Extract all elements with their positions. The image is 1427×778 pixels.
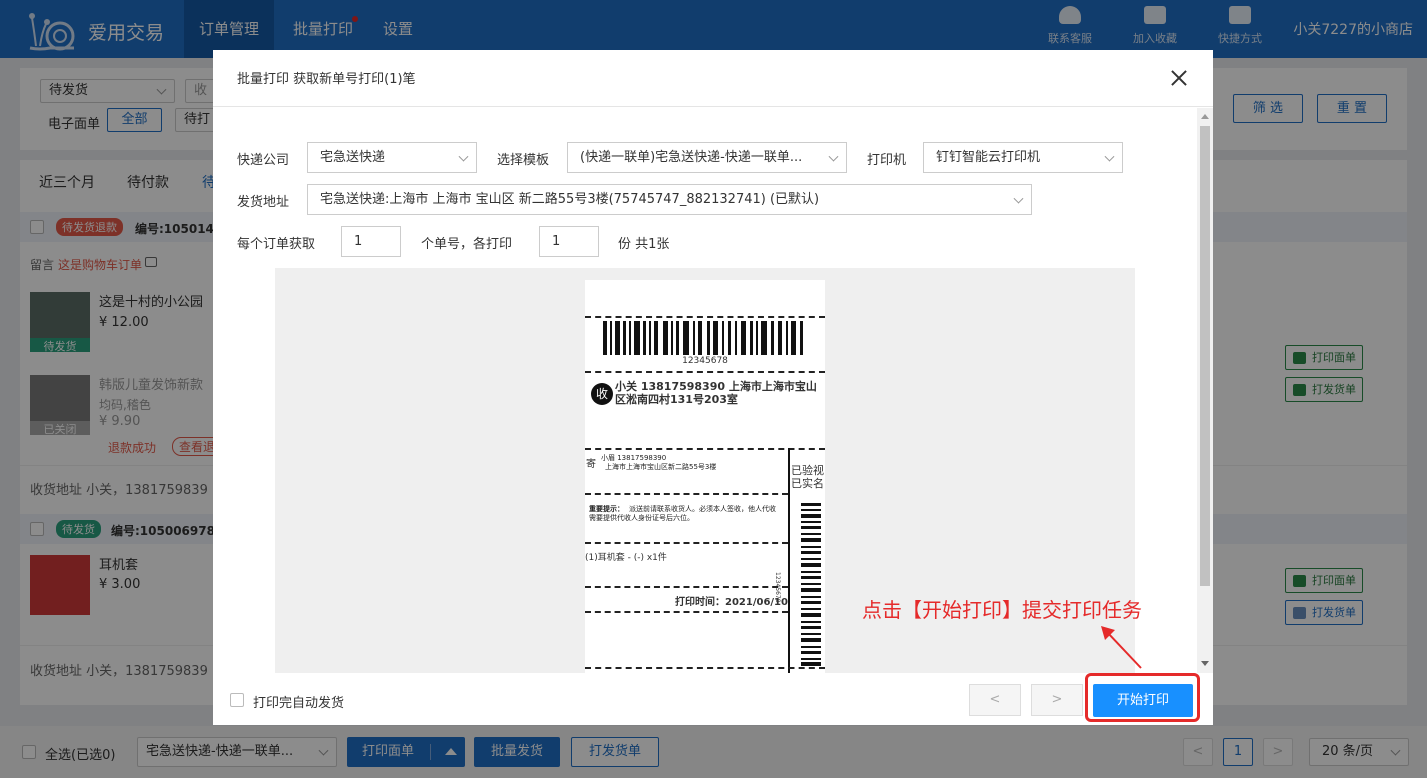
waybill-divider xyxy=(585,586,788,588)
auto-ship-checkbox[interactable] xyxy=(230,693,244,707)
printer-label: 打印机 xyxy=(867,153,907,168)
waybill-divider xyxy=(585,611,788,613)
dialog-title: 批量打印 获取新单号打印(1)笔 xyxy=(237,72,416,87)
auto-ship-label: 打印完自动发货 xyxy=(253,696,345,711)
annotation-arrow-icon xyxy=(1101,626,1142,669)
scrollbar-thumb[interactable] xyxy=(1200,126,1210,586)
waybill-divider xyxy=(585,316,825,318)
address-select[interactable]: 宅急送快递:上海市 上海市 宝山区 新二路55号3楼(75745747_8821… xyxy=(307,184,1032,215)
waybill-divider xyxy=(585,493,788,495)
waybill-vertical-line xyxy=(788,448,790,673)
template-label: 选择模板 xyxy=(497,153,550,168)
courier-value: 宅急送快递 xyxy=(320,150,386,165)
close-icon[interactable] xyxy=(1169,68,1189,88)
barcode-image xyxy=(603,321,803,355)
batch-print-dialog: 批量打印 获取新单号打印(1)笔 快递公司 宅急送快递 选择模板 (快递一联单)… xyxy=(213,50,1213,725)
next-page-button[interactable]: > xyxy=(1031,684,1083,716)
print-time: 打印时间：2021/06/10 xyxy=(675,597,788,608)
per-order-input[interactable]: 1 xyxy=(341,226,401,257)
template-value: (快递一联单)宅急送快递-快递一联单... xyxy=(580,150,803,165)
address-value: 宅急送快递:上海市 上海市 宝山区 新二路55号3楼(75745747_8821… xyxy=(320,192,820,207)
courier-label: 快递公司 xyxy=(237,153,290,168)
copies-suffix: 份 共1张 xyxy=(618,237,670,252)
receiver-mark: 收 xyxy=(591,383,613,405)
barcode-number: 12345678 xyxy=(682,356,728,366)
annotation-text: 点击【开始打印】提交打印任务 xyxy=(862,598,1142,622)
scroll-up-icon[interactable] xyxy=(1201,114,1209,119)
preview-scrollbar[interactable] xyxy=(1197,108,1213,673)
per-order-label: 每个订单获取 xyxy=(237,237,316,252)
scroll-down-icon[interactable] xyxy=(1201,661,1209,666)
highlight-box xyxy=(1085,673,1200,722)
side-barcode-image xyxy=(801,503,821,666)
template-select[interactable]: (快递一联单)宅急送快递-快递一联单... xyxy=(567,142,847,173)
verification-text: 已验视 已实名 xyxy=(791,464,824,490)
printer-select[interactable]: 钉钉智能云打印机 xyxy=(923,142,1123,173)
waybill-divider xyxy=(585,371,825,373)
prev-page-button[interactable]: < xyxy=(969,684,1021,716)
receiver-info: 小关 13817598390 上海市上海市宝山区淞南四村131号203室 xyxy=(615,380,817,406)
item-line: (1)耳机套 - (-) x1件 xyxy=(585,553,667,563)
courier-select[interactable]: 宅急送快递 xyxy=(307,142,477,173)
waybill-divider xyxy=(585,667,825,669)
waybill-divider xyxy=(585,542,788,544)
address-label: 发货地址 xyxy=(237,195,290,210)
sender-address: 上海市上海市宝山区新二路55号3楼 xyxy=(605,463,717,471)
waybill-label: 12345678 收 小关 13817598390 上海市上海市宝山区淞南四村1… xyxy=(585,280,825,673)
title-divider xyxy=(213,106,1213,107)
notice-text: 派送前请联系收货人。必须本人签收，他人代收需要提供代收人身份证号后六位。 xyxy=(589,505,776,522)
sender-mark: 寄 xyxy=(586,459,596,470)
printer-value: 钉钉智能云打印机 xyxy=(936,150,1041,165)
sender-name: 小眉 13817598390 xyxy=(601,454,667,462)
per-order-mid-label: 个单号，各打印 xyxy=(421,237,513,252)
copies-input[interactable]: 1 xyxy=(539,226,599,257)
